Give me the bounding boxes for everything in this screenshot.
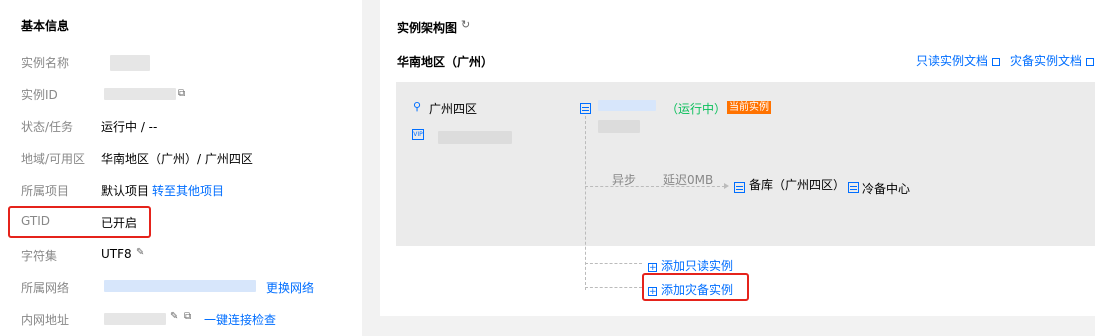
connector-readonly xyxy=(585,263,642,264)
add-readonly-instance-label: 添加只读实例 xyxy=(661,259,734,273)
edit-pencil-icon[interactable]: ✎ xyxy=(136,247,144,258)
edit-pencil-icon[interactable]: ✎ xyxy=(170,311,178,322)
change-project-link[interactable]: 转至其他项目 xyxy=(152,182,224,199)
disaster-doc-link-label: 灾备实例文档 xyxy=(1010,54,1083,68)
network-label: 所属网络 xyxy=(21,281,70,295)
disaster-doc-link[interactable]: 灾备实例文档 xyxy=(1010,52,1095,69)
backup-db-icon xyxy=(734,182,745,193)
region-value: 华南地区（广州）/ 广州四区 xyxy=(101,152,253,166)
instance-id-value-redacted xyxy=(104,88,176,100)
copy-icon[interactable]: ⧉ xyxy=(178,88,185,99)
readonly-doc-link[interactable]: 只读实例文档 xyxy=(916,52,1001,69)
add-disaster-instance-label: 添加灾备实例 xyxy=(661,283,734,297)
external-link-icon xyxy=(1086,58,1095,66)
charset-value: UTF8 xyxy=(101,247,132,261)
region-label: 地域/可用区 xyxy=(21,152,86,166)
copy-icon[interactable]: ⧉ xyxy=(184,311,191,322)
basic-info-panel: 基本信息 实例名称 实例ID ⧉ 状态/任务 运行中 / -- 地域/可用区 华… xyxy=(0,0,362,336)
charset-label: 字符集 xyxy=(21,249,58,263)
cold-backup-label: 冷备中心 xyxy=(862,182,911,196)
readonly-doc-link-label: 只读实例文档 xyxy=(916,54,989,68)
add-readonly-instance-button[interactable]: + 添加只读实例 xyxy=(648,257,733,274)
running-status: （运行中） xyxy=(666,102,727,116)
network-value-redacted xyxy=(104,280,256,292)
cold-backup-icon xyxy=(848,182,859,193)
intranet-value-redacted xyxy=(104,313,166,325)
add-disaster-instance-button[interactable]: + 添加灾备实例 xyxy=(648,281,733,298)
vip-address-redacted xyxy=(438,131,512,144)
project-label: 所属项目 xyxy=(21,184,70,198)
delay-label: 延迟0MB xyxy=(663,173,714,187)
project-value: 默认项目 xyxy=(101,184,150,198)
gtid-value: 已开启 xyxy=(101,216,138,230)
gtid-label: GTID xyxy=(21,214,50,228)
connector-disaster xyxy=(585,287,642,288)
main-instance-db-icon xyxy=(580,103,591,114)
region-title: 华南地区（广州） xyxy=(397,55,494,69)
status-value: 运行中 / -- xyxy=(101,120,158,134)
basic-info-title: 基本信息 xyxy=(21,19,70,33)
plus-icon: + xyxy=(648,287,657,297)
location-pin-icon: ⚲ xyxy=(413,100,422,113)
instance-name-value-redacted xyxy=(110,55,150,71)
instance-id-label: 实例ID xyxy=(21,88,58,102)
architecture-panel: 实例架构图 ↻ 华南地区（广州） 只读实例文档 灾备实例文档 ⚲ 广州四区 VI… xyxy=(380,0,1095,316)
connection-check-link[interactable]: 一键连接检查 xyxy=(204,311,276,328)
instance-name-label: 实例名称 xyxy=(21,56,70,70)
status-label: 状态/任务 xyxy=(21,120,74,134)
architecture-title: 实例架构图 xyxy=(397,21,458,35)
connector-arrowhead xyxy=(724,183,729,189)
current-instance-badge: 当前实例 xyxy=(727,101,771,114)
async-label: 异步 xyxy=(612,173,637,187)
main-instance-name-redacted[interactable] xyxy=(598,100,656,111)
plus-icon: + xyxy=(648,263,657,273)
change-network-link[interactable]: 更换网络 xyxy=(266,279,314,296)
main-instance-id-redacted xyxy=(598,120,640,133)
zone-label: 广州四区 xyxy=(429,102,478,116)
vip-icon: VIP xyxy=(412,129,424,140)
external-link-icon xyxy=(992,58,1001,66)
refresh-icon[interactable]: ↻ xyxy=(461,18,470,31)
backup-db-label: 备库（广州四区） xyxy=(749,178,846,192)
intranet-label: 内网地址 xyxy=(21,313,70,327)
